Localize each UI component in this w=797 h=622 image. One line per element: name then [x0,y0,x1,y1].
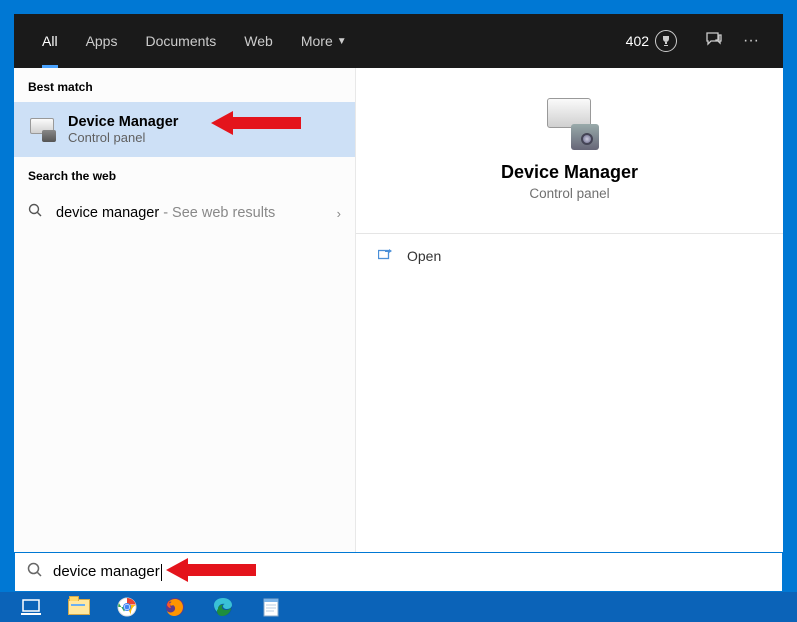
tab-more[interactable]: More▼ [287,14,361,68]
notepad-icon[interactable] [258,596,284,618]
chrome-icon[interactable] [114,596,140,618]
tab-web[interactable]: Web [230,14,287,68]
annotation-arrow [211,111,301,135]
rewards-points: 402 [626,33,649,49]
search-input[interactable]: device manager [53,563,770,581]
edge-icon[interactable] [210,596,236,618]
open-icon [378,248,393,264]
detail-pane: Device Manager Control panel Open [355,68,783,552]
search-panel: All Apps Documents Web More▼ 402 ··· Bes… [14,14,783,592]
task-view-icon[interactable] [18,596,44,618]
detail-title: Device Manager [356,162,783,183]
taskbar [0,592,797,622]
search-icon [27,562,43,583]
rewards-button[interactable]: 402 [626,30,677,52]
detail-subtitle: Control panel [356,186,783,201]
open-action[interactable]: Open [356,234,783,278]
text-cursor [161,564,162,581]
tab-bar: All Apps Documents Web More▼ 402 ··· [14,14,783,68]
more-options-icon[interactable]: ··· [743,32,759,50]
search-web-header: Search the web [14,157,355,191]
result-title: Device Manager [68,114,178,130]
web-result-item[interactable]: device manager - See web results › [14,191,355,235]
chat-icon[interactable] [705,30,723,53]
device-manager-icon [541,98,599,150]
best-match-header: Best match [14,68,355,102]
search-icon [28,203,44,223]
tab-documents[interactable]: Documents [131,14,230,68]
tab-apps[interactable]: Apps [72,14,132,68]
annotation-arrow [166,558,256,582]
tab-all[interactable]: All [28,14,72,68]
chevron-down-icon: ▼ [337,36,347,47]
file-explorer-icon[interactable] [66,596,92,618]
trophy-icon [655,30,677,52]
device-manager-icon [28,118,56,142]
result-subtitle: Control panel [68,130,178,145]
best-match-item[interactable]: Device Manager Control panel [14,102,355,157]
search-box[interactable]: device manager [14,552,783,592]
results-list: Best match Device Manager Control panel … [14,68,355,552]
open-label: Open [407,248,441,264]
firefox-icon[interactable] [162,596,188,618]
chevron-right-icon: › [337,206,341,221]
